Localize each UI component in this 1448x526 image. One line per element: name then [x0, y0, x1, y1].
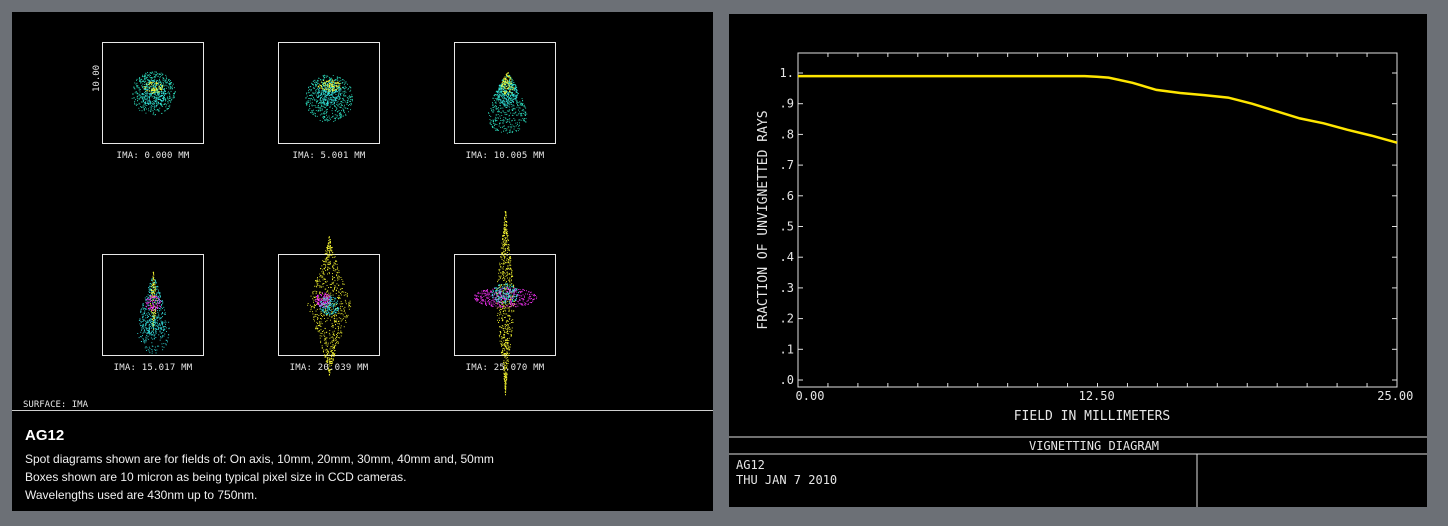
x-tick-label: 12.50	[1079, 389, 1115, 403]
y-tick-label: .3	[780, 281, 794, 295]
spot-box	[454, 42, 556, 144]
y-tick-label: .7	[780, 158, 794, 172]
spot-diagram-panel: 10.00 IMA: 0.000 MM IMA: 5.001 MM IMA: 10.…	[12, 12, 713, 511]
y-tick-label: .6	[780, 189, 794, 203]
spot-box	[102, 254, 204, 356]
spot-cloud	[488, 72, 528, 134]
caption-line-3: Wavelengths used are 430nm up to 750nm.	[25, 488, 258, 502]
vignetting-chart: .0 .1 .2 .3 .4 .5 .6 .7 .8 .9 1. 0.00 12.50 25.00 FR…	[729, 52, 1427, 507]
spot-box	[278, 42, 380, 144]
y-tick-label: .8	[780, 127, 794, 141]
y-tick-label: .2	[780, 312, 794, 326]
x-tick-label: 0.00	[796, 389, 825, 403]
spot-cloud	[305, 74, 353, 122]
divider	[12, 410, 713, 411]
y-tick-label: .0	[780, 373, 794, 387]
spot-cloud	[131, 71, 176, 116]
spot-cloud	[474, 211, 538, 396]
spot-box	[454, 211, 556, 396]
y-tick-label: .5	[780, 220, 794, 234]
y-axis: .0 .1 .2 .3 .4 .5 .6 .7 .8 .9 1.	[780, 66, 1397, 387]
spot-label: IMA: 10.005 MM	[465, 151, 545, 161]
footer-name: AG12	[736, 458, 765, 472]
spot-box	[102, 42, 204, 144]
surface-label: SURFACE: IMA	[23, 400, 89, 410]
footer-date: THU JAN 7 2010	[736, 473, 837, 487]
plot-frame	[797, 52, 1398, 388]
x-axis-label: FIELD IN MILLIMETERS	[1014, 409, 1171, 424]
y-tick-label: .9	[780, 97, 794, 111]
y-tick-label: 1.	[780, 66, 794, 80]
spot-label: IMA: 0.000 MM	[116, 151, 190, 161]
caption-line-2: Boxes shown are 10 micron as being typic…	[25, 470, 407, 484]
spot-label: IMA: 25.070 MM	[465, 363, 545, 373]
spot-label: IMA: 5.001 MM	[292, 151, 366, 161]
y-tick-label: .4	[780, 250, 794, 264]
spot-label: IMA: 20.039 MM	[289, 363, 369, 373]
y-axis-label: FRACTION OF UNVIGNETTED RAYS	[756, 110, 771, 329]
spot-cloud	[137, 271, 170, 354]
spot-label: IMA: 15.017 MM	[113, 363, 193, 373]
caption-title: AG12	[25, 427, 65, 444]
spot-cloud	[307, 236, 352, 376]
vignetting-series-line	[798, 74, 1398, 144]
spot-box	[278, 236, 380, 376]
scale-label: 10.00	[92, 64, 102, 92]
y-tick-label: .1	[780, 342, 794, 356]
caption-line-1: Spot diagrams shown are for fields of: O…	[25, 452, 494, 466]
x-tick-label: 25.00	[1377, 389, 1413, 403]
x-axis: 0.00 12.50 25.00	[796, 53, 1413, 403]
chart-title: VIGNETTING DIAGRAM	[1029, 439, 1159, 453]
vignetting-chart-panel: .0 .1 .2 .3 .4 .5 .6 .7 .8 .9 1. 0.00 12.50 25.00 FR…	[729, 14, 1427, 507]
